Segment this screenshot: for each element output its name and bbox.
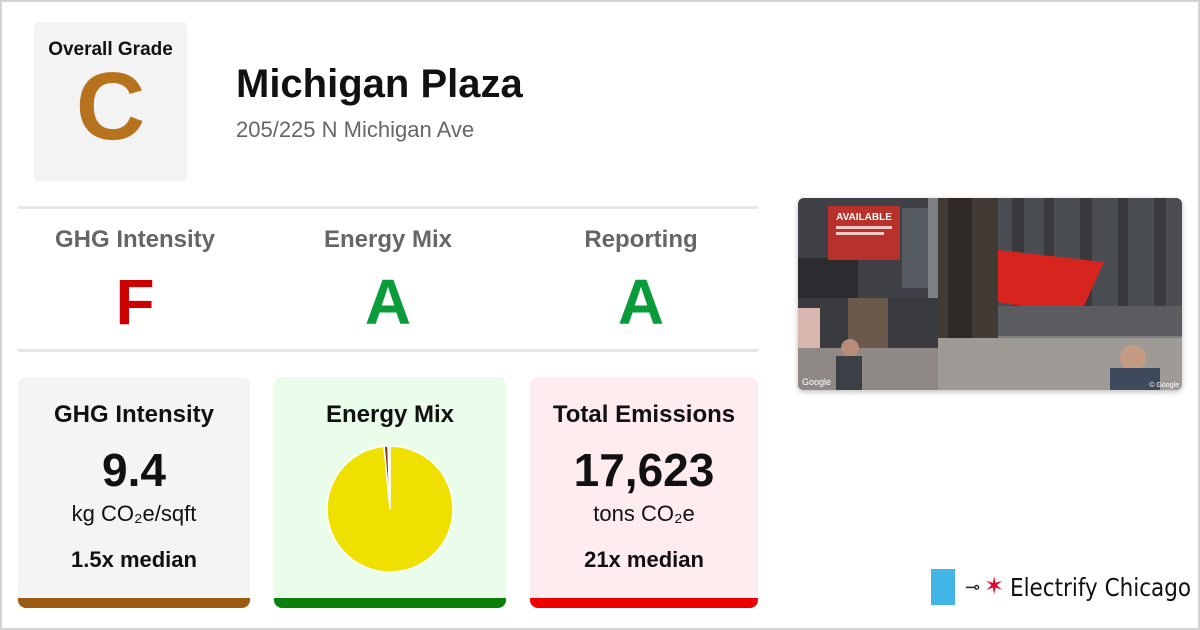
star-icon: ✶ xyxy=(984,573,1005,600)
total-emissions-value: 17,623 xyxy=(573,444,715,496)
card-title: Total Emissions xyxy=(552,401,736,428)
card-title: GHG Intensity xyxy=(53,401,215,428)
photo-watermark-right: © Google xyxy=(1149,381,1179,389)
overall-grade-value: C xyxy=(75,53,146,160)
photo-watermark-left: Google xyxy=(802,377,831,387)
grade-value: F xyxy=(115,266,155,338)
card-accent-bar xyxy=(18,598,250,608)
grade-label: GHG Intensity xyxy=(54,226,216,253)
sign-text: AVAILABLE xyxy=(836,212,892,223)
grade-ghg-intensity: GHG Intensity F xyxy=(15,226,255,334)
ghg-intensity-value: 9.4 xyxy=(102,444,166,496)
electrify-chicago-logo[interactable]: ⊸ ✶ Electrify Chicago xyxy=(931,569,1200,605)
street-view-photo: AVAILABLE Google © Google xyxy=(798,198,1182,390)
ghg-intensity-median: 1.5x median xyxy=(71,547,197,572)
grade-value: A xyxy=(617,266,665,338)
plug-icon: ⊸ xyxy=(965,576,981,597)
overall-grade-box: Overall Grade C xyxy=(34,22,187,181)
total-emissions-card: Total Emissions 17,623 tons CO₂e 21x med… xyxy=(530,377,758,608)
card-accent-bar xyxy=(274,598,506,608)
brand-name: Electrify Chicago xyxy=(1010,572,1192,602)
card-accent-bar xyxy=(530,598,758,608)
energy-mix-pie xyxy=(326,445,454,573)
street-view-image: AVAILABLE Google © Google xyxy=(798,198,1182,390)
grade-reporting: Reporting A xyxy=(521,226,761,334)
total-emissions-median: 21x median xyxy=(584,547,704,572)
total-emissions-unit: tons CO₂e xyxy=(593,501,695,526)
energy-mix-card: Energy Mix xyxy=(274,377,506,608)
grade-label: Energy Mix xyxy=(323,226,453,253)
ghg-intensity-card: GHG Intensity 9.4 kg CO₂e/sqft 1.5x medi… xyxy=(18,377,250,608)
grade-label: Reporting xyxy=(584,226,698,253)
divider-bottom xyxy=(18,349,758,352)
chicago-flag-icon xyxy=(931,569,955,605)
grade-value: A xyxy=(364,266,412,338)
card-title: Energy Mix xyxy=(325,401,455,428)
divider-top xyxy=(18,206,758,209)
grade-energy-mix: Energy Mix A xyxy=(268,226,508,334)
ghg-intensity-unit: kg CO₂e/sqft xyxy=(71,501,197,526)
building-address: 205/225 N Michigan Ave xyxy=(236,117,475,142)
building-name: Michigan Plaza xyxy=(236,62,523,106)
